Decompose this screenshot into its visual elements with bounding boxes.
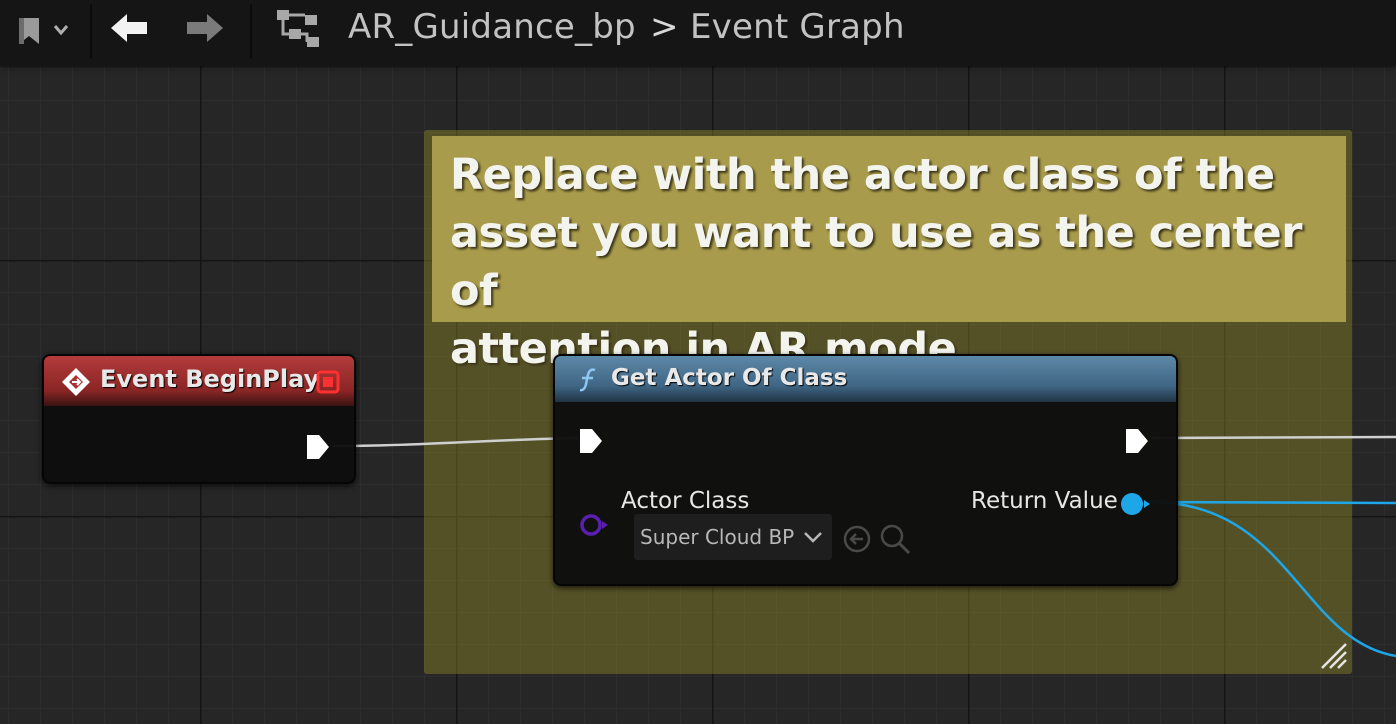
function-icon [579,368,596,392]
exec-out-pin[interactable] [304,432,332,462]
exec-out-pin[interactable] [1123,426,1151,456]
return-value-pin[interactable] [1119,490,1153,518]
actor-class-value: Super Cloud BP [640,525,795,549]
search-icon[interactable] [878,522,912,556]
return-value-label: Return Value [971,488,1118,514]
class-pin-icon[interactable] [579,512,611,538]
use-selected-asset-icon[interactable] [842,524,874,554]
event-beginplay-node[interactable]: Event BeginPlay [42,354,356,484]
node-title: Event BeginPlay [100,365,320,393]
object-wire-curve[interactable] [1149,500,1396,658]
chevron-down-icon [804,532,823,543]
actor-class-label: Actor Class [621,488,750,514]
object-wire[interactable] [1143,500,1396,505]
node-title: Get Actor Of Class [611,365,848,391]
actor-class-dropdown[interactable]: Super Cloud BP [634,514,832,560]
exec-in-pin[interactable] [577,426,605,456]
delegate-pin-icon[interactable] [316,370,340,394]
exec-wire[interactable] [331,436,579,448]
event-diamond-icon [62,368,90,396]
exec-wire-out[interactable] [1151,435,1396,440]
